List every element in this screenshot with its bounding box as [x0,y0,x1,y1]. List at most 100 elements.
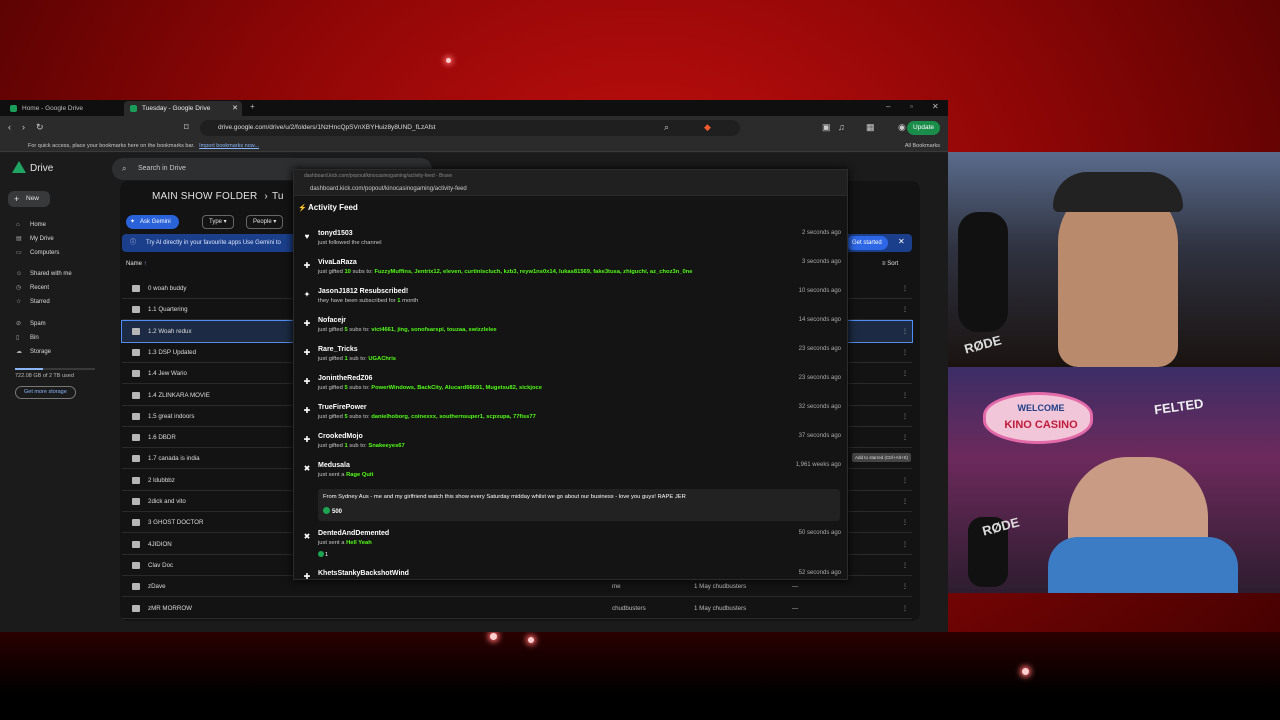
sidebar-item-storage[interactable]: ☁ Storage [8,346,51,358]
more-options-icon[interactable]: ⋮ [902,278,908,299]
more-options-icon[interactable]: ⋮ [902,491,908,512]
maximize-icon[interactable]: ▫ [910,102,913,111]
folder-icon [132,519,140,527]
extension-icon[interactable]: ▣ [822,122,831,133]
more-options-icon[interactable]: ⋮ [902,534,908,555]
more-options-icon[interactable]: ⋮ [902,598,908,619]
bin-icon: ▯ [16,335,20,341]
more-options-icon[interactable]: ⋮ [902,406,908,427]
filter-label: People [253,219,272,225]
event-user: JonintheRedZ06 [318,375,373,382]
action-mid: subs to: [352,269,373,275]
sidebar-item-bin[interactable]: ▯ Bin [8,332,39,344]
more-options-icon[interactable]: ⋮ [902,363,908,384]
tab-drive-tuesday[interactable]: Tuesday - Google Drive ✕ [124,101,242,116]
event-highlight: Hell Yeah [346,540,372,546]
action-text: just gifted [318,385,343,391]
import-bookmarks-link[interactable]: Import bookmarks now... [199,143,259,149]
file-name: 2 ldubbbz [148,476,175,484]
sidebar-item-label: Bin [30,335,39,341]
bookmark-icon[interactable]: ⌑ [184,122,189,133]
sort-label: Sort [887,261,899,267]
minimize-icon[interactable]: – [886,102,890,111]
star-tooltip: Add to starred (Ctrl+Alt+S) [852,453,912,462]
action-mid: subs to: [349,327,370,333]
activity-icon: ⚡ [298,205,307,212]
sidebar-item-starred[interactable]: ☆ Starred [8,296,50,308]
coins-value: 500 [332,509,343,515]
get-started-button[interactable]: Get started [846,236,888,250]
event-time: 1,961 weeks ago [795,462,841,468]
drive-logo-icon [12,161,26,173]
folder-icon [132,561,140,569]
sidebar-item-spam[interactable]: ⊘ Spam [8,318,46,330]
folder-title[interactable]: MAIN SHOW FOLDER › Tu [152,191,284,202]
url-text: drive.google.com/drive/u/2/folders/1NzHn… [218,124,436,131]
popup-url-bar: dashboard.kick.com/popout/kinocasinogami… [294,182,847,196]
reload-icon[interactable]: ↻ [36,122,44,133]
profile-icon[interactable]: ◉ [898,122,906,133]
event-time: 14 seconds ago [798,317,841,323]
webcam-host: RØDE [948,152,1280,367]
sidebar-item-my-drive[interactable]: ▤ My Drive [8,233,54,245]
new-button[interactable]: + New [8,191,50,207]
popup-url-text: dashboard.kick.com/popout/kinocasinogami… [310,186,467,192]
filter-label: Type [209,219,223,225]
zoom-icon[interactable]: ⌕ [664,122,669,133]
action-mid: subs to: [349,385,370,391]
people-filter[interactable]: People ▾ [246,215,284,229]
sidebar-item-recent[interactable]: ◷ Recent [8,282,49,294]
close-banner-icon[interactable]: ✕ [898,237,905,246]
more-options-icon[interactable]: ⋮ [902,342,908,363]
forward-icon[interactable]: › [22,122,25,132]
file-name: Clav Doc [148,561,174,569]
more-options-icon[interactable]: ⋮ [902,299,908,320]
name-column-header[interactable]: Name ↑ [126,261,147,267]
gift-icon: ✚ [303,348,311,357]
table-row[interactable]: zMR MORROW chudbusters 1 May chudbusters — ⋮ [122,598,912,619]
sidebar-item-label: Home [30,222,47,228]
tab-drive-home[interactable]: Home - Google Drive [4,101,122,116]
close-window-icon[interactable]: ✕ [932,102,939,111]
file-size: — [792,604,799,612]
action-text: just followed the channel [318,240,382,246]
event-user: JasonJ1812 Resubscribed! [318,288,409,295]
more-options-icon[interactable]: ⋮ [902,470,908,491]
sort-button[interactable]: ≡ Sort [882,261,898,267]
sidebar-item-home[interactable]: ⌂ Home [8,219,46,231]
brave-shield-icon[interactable]: ◆ [704,122,711,133]
folder-icon [132,370,140,378]
sidebar-item-label: Recent [30,285,50,291]
activity-feed-popup: dashboard.kick.com/popout/kinocasinogami… [293,169,848,580]
donation-message: From Sydney Aus - me and my girlfriend w… [318,489,840,521]
folder-icon [132,540,140,548]
ask-gemini-button[interactable]: ✦ Ask Gemini [126,215,179,229]
more-options-icon[interactable]: ⋮ [902,555,908,576]
close-tab-icon[interactable]: ✕ [232,101,238,116]
extension-icon[interactable]: ▦ [866,122,875,133]
update-button[interactable]: Update [907,121,940,135]
new-tab-icon[interactable]: + [250,102,255,111]
extension-icon[interactable]: ♫ [838,122,845,132]
star-icon: ✦ [303,290,311,299]
get-storage-button[interactable]: Get more storage [15,386,76,399]
more-options-icon[interactable]: ⋮ [902,427,908,448]
gift-count: 5 [344,327,348,333]
all-bookmarks-button[interactable]: All Bookmarks [905,140,940,152]
type-filter[interactable]: Type ▾ [202,215,234,229]
event-highlight: PowerWindows, BackCity, Alucard66691, Mu… [371,385,542,391]
name-header-label: Name [126,261,143,267]
spark-light [490,633,497,640]
more-options-icon[interactable]: ⋮ [902,576,908,597]
more-options-icon[interactable]: ⋮ [902,512,908,533]
event-time: 23 seconds ago [798,375,841,381]
more-options-icon[interactable]: ⋮ [902,321,908,342]
file-name: 1.5 great indoors [148,412,195,420]
sidebar-item-shared[interactable]: ☺ Shared with me [8,268,72,280]
drive-logo[interactable]: Drive [12,161,53,174]
more-options-icon[interactable]: ⋮ [902,385,908,406]
sidebar-item-computers[interactable]: ▭ Computers [8,247,59,259]
action-text: just gifted [318,356,343,362]
url-field[interactable]: drive.google.com/drive/u/2/folders/1NzHn… [200,120,740,136]
back-icon[interactable]: ‹ [8,122,11,132]
